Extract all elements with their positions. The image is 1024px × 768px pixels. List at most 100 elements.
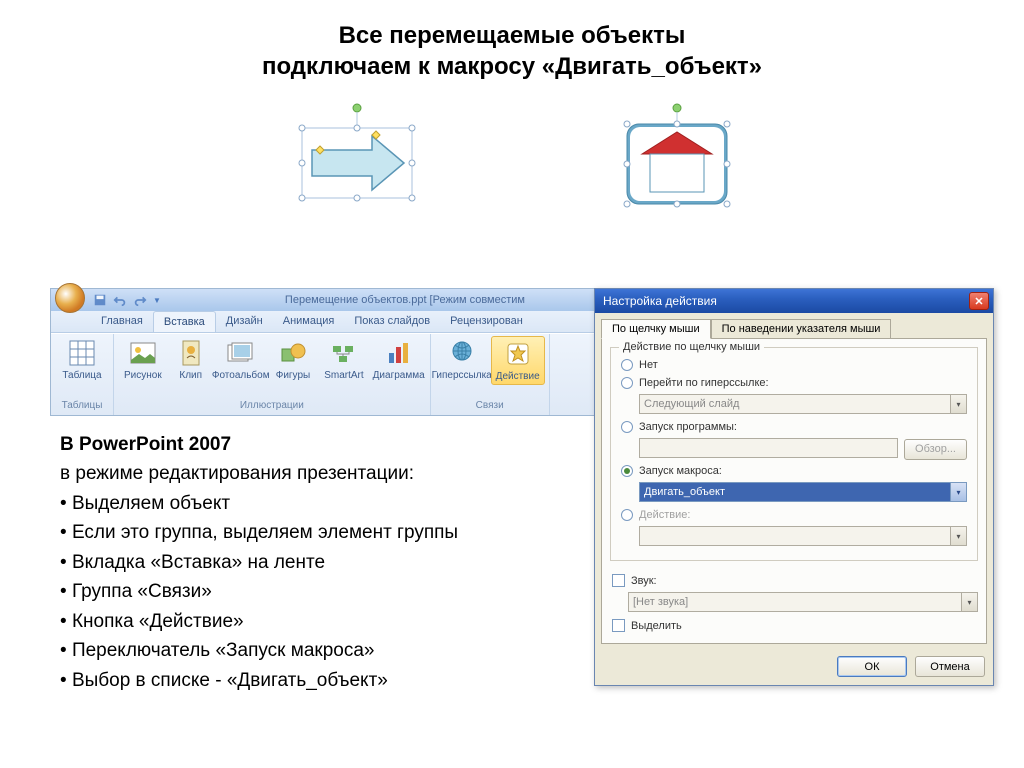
picture-icon — [128, 338, 158, 368]
btn-picture-label: Рисунок — [124, 370, 162, 381]
chevron-down-icon[interactable]: ▾ — [950, 483, 966, 501]
tab-on-click[interactable]: По щелчку мыши — [601, 319, 711, 339]
btn-table[interactable]: Таблица — [55, 336, 109, 383]
heading-line2: подключаем к макросу «Двигать_объект» — [20, 51, 1004, 82]
instructions-lead: В PowerPoint 2007 — [60, 434, 231, 455]
hyperlink-combo-value: Следующий слайд — [644, 398, 739, 410]
tab-home[interactable]: Главная — [91, 311, 153, 332]
tab-animation[interactable]: Анимация — [273, 311, 345, 332]
btn-action-label: Действие — [496, 371, 540, 382]
browse-button: Обзор... — [904, 439, 967, 460]
table-icon — [67, 338, 97, 368]
highlight-row[interactable]: Выделить — [610, 616, 978, 635]
redo-icon[interactable] — [133, 293, 147, 307]
tab-on-hover[interactable]: По наведении указателя мыши — [711, 319, 892, 339]
btn-photoalbum[interactable]: Фотоальбом — [214, 336, 268, 383]
radio-macro-row[interactable]: Запуск макроса: — [621, 462, 967, 480]
btn-shapes-label: Фигуры — [276, 370, 310, 381]
chart-icon — [384, 338, 414, 368]
ribbon-body: Таблица Таблицы Рисунок Клип Фотоальбом … — [51, 333, 649, 415]
radio-icon — [621, 421, 633, 433]
btn-picture[interactable]: Рисунок — [118, 336, 168, 383]
cancel-button[interactable]: Отмена — [915, 656, 985, 677]
sound-combo-value: [Нет звука] — [633, 596, 688, 608]
radio-hyperlink-row[interactable]: Перейти по гиперссылке: — [621, 374, 967, 392]
window-title: Перемещение объектов.ppt [Режим совмести… — [161, 294, 649, 306]
dialog-titlebar[interactable]: Настройка действия ✕ — [595, 289, 993, 313]
instructions-sub: в режиме редактирования презентации: — [60, 463, 414, 484]
ribbon-tabs: Главная Вставка Дизайн Анимация Показ сл… — [51, 311, 649, 333]
sound-label: Звук: — [631, 575, 657, 587]
radio-icon — [621, 465, 633, 477]
arrow-shape[interactable] — [282, 102, 432, 212]
shapes-icon — [278, 338, 308, 368]
program-path-input — [639, 438, 898, 458]
list-item: Кнопка «Действие» — [60, 607, 458, 636]
shapes-row — [0, 92, 1024, 232]
group-legend: Действие по щелчку мыши — [619, 341, 764, 353]
quick-access-toolbar: ▼ — [93, 293, 161, 307]
instructions-list: Выделяем объект Если это группа, выделяе… — [60, 489, 458, 695]
chevron-down-icon: ▾ — [950, 395, 966, 413]
btn-action[interactable]: Действие — [491, 336, 545, 385]
list-item: Выделяем объект — [60, 489, 458, 518]
smartart-icon — [329, 338, 359, 368]
dialog-tabs: По щелчку мыши По наведении указателя мы… — [595, 313, 993, 338]
tab-design[interactable]: Дизайн — [216, 311, 273, 332]
ok-button[interactable]: ОК — [837, 656, 907, 677]
undo-icon[interactable] — [113, 293, 127, 307]
btn-chart[interactable]: Диаграмма — [372, 336, 426, 383]
list-item: Вкладка «Вставка» на ленте — [60, 548, 458, 577]
radio-icon — [621, 377, 633, 389]
btn-hyperlink-label: Гиперссылка — [432, 370, 492, 381]
tab-slideshow[interactable]: Показ слайдов — [344, 311, 440, 332]
highlight-label: Выделить — [631, 620, 682, 632]
tab-review[interactable]: Рецензирован — [440, 311, 533, 332]
radio-program-row[interactable]: Запуск программы: — [621, 418, 967, 436]
photoalbum-icon — [226, 338, 256, 368]
action-combo: ▾ — [639, 526, 967, 546]
clip-icon — [176, 338, 206, 368]
group-tables: Таблица Таблицы — [51, 334, 114, 415]
group-links-label: Связи — [435, 400, 545, 413]
save-icon[interactable] — [93, 293, 107, 307]
title-bar: ▼ Перемещение объектов.ppt [Режим совмес… — [51, 289, 649, 311]
qat-dropdown-icon[interactable]: ▼ — [153, 296, 161, 305]
btn-chart-label: Диаграмма — [373, 370, 425, 381]
btn-hyperlink[interactable]: Гиперссылка — [435, 336, 489, 385]
list-item: Выбор в списке - «Двигать_объект» — [60, 666, 458, 695]
list-item: Если это группа, выделяем элемент группы — [60, 518, 458, 547]
click-action-group: Действие по щелчку мыши Нет Перейти по г… — [610, 347, 978, 561]
action-settings-dialog: Настройка действия ✕ По щелчку мыши По н… — [594, 288, 994, 686]
checkbox-icon[interactable] — [612, 574, 625, 587]
btn-clip-label: Клип — [179, 370, 202, 381]
sound-row[interactable]: Звук: — [610, 571, 978, 590]
house-shape[interactable] — [612, 102, 742, 212]
btn-smartart[interactable]: SmartArt — [318, 336, 369, 383]
radio-icon — [621, 359, 633, 371]
tab-insert[interactable]: Вставка — [153, 311, 216, 332]
macro-combo-value: Двигать_объект — [644, 486, 725, 498]
radio-action-label: Действие: — [639, 509, 690, 521]
btn-shapes[interactable]: Фигуры — [270, 336, 316, 383]
radio-action-row: Действие: — [621, 506, 967, 524]
group-tables-label: Таблицы — [55, 400, 109, 413]
radio-program-label: Запуск программы: — [639, 421, 737, 433]
close-button[interactable]: ✕ — [969, 292, 989, 310]
btn-clip[interactable]: Клип — [170, 336, 212, 383]
group-illustrations: Рисунок Клип Фотоальбом Фигуры SmartArt … — [114, 334, 431, 415]
btn-table-label: Таблица — [62, 370, 101, 381]
radio-macro-label: Запуск макроса: — [639, 465, 722, 477]
radio-none-label: Нет — [639, 359, 658, 371]
dialog-body: Действие по щелчку мыши Нет Перейти по г… — [601, 338, 987, 644]
instructions: В PowerPoint 2007 в режиме редактировани… — [60, 430, 458, 695]
macro-combo[interactable]: Двигать_объект ▾ — [639, 482, 967, 502]
hyperlink-icon — [447, 338, 477, 368]
list-item: Группа «Связи» — [60, 577, 458, 606]
hyperlink-combo: Следующий слайд ▾ — [639, 394, 967, 414]
radio-hyperlink-label: Перейти по гиперссылке: — [639, 377, 769, 389]
checkbox-icon[interactable] — [612, 619, 625, 632]
radio-none-row[interactable]: Нет — [621, 356, 967, 374]
page-heading: Все перемещаемые объекты подключаем к ма… — [0, 0, 1024, 92]
office-button[interactable] — [55, 283, 85, 313]
